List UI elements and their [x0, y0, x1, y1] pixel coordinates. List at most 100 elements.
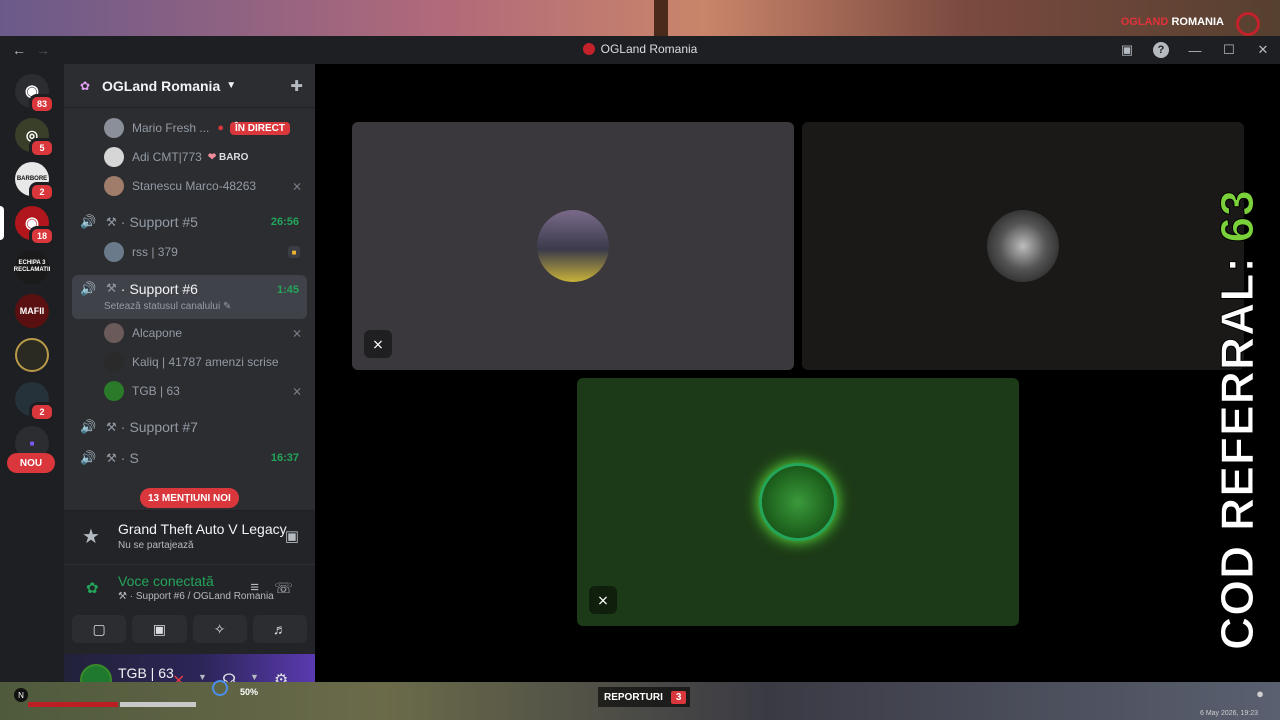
signal-icon[interactable]: ✿ — [86, 579, 99, 597]
back-arrow-icon[interactable]: ← — [8, 39, 30, 61]
notification-badge: 2 — [29, 402, 55, 422]
speaker-icon: 🔊 — [80, 419, 97, 434]
ogland-brand-text: OGLAND ROMANIA — [1120, 16, 1224, 28]
voice-user[interactable]: rss | 379 ■ — [104, 239, 304, 265]
game-icon: ★ — [82, 526, 100, 548]
microphone-icon: ● — [1256, 686, 1264, 701]
voice-user[interactable]: TGB | 63 ⨯ — [104, 378, 304, 404]
new-mentions-pill[interactable]: 13 MENȚIUNI NOI — [140, 488, 239, 508]
server-rail: ◉ 83 ◎ 5 BARBORE 2 ◉ 18 ECHIPA 3 RECLAMA… — [0, 64, 64, 682]
reports-count: 3 — [670, 690, 687, 704]
hud-percent: 50% — [240, 687, 259, 697]
disconnect-icon[interactable]: ☏ — [274, 579, 293, 597]
avatar — [104, 242, 124, 262]
voice-user[interactable]: Mario Fresh ... ● ÎN DIRECT — [104, 115, 304, 141]
mic-muted-icon: ⨯ — [291, 326, 302, 340]
voice-range-icon — [212, 680, 228, 696]
chevron-down-icon[interactable]: ▼ — [198, 672, 207, 682]
window-title: OGLand Romania — [0, 42, 1280, 56]
participant-tile[interactable] — [802, 122, 1244, 370]
screen-share-button[interactable]: ▣ — [132, 615, 187, 643]
voice-user[interactable]: Adi CMT|773 ❤ BARO — [104, 144, 304, 170]
avatar — [104, 323, 124, 343]
voice-channel-support-6[interactable]: 🔊 ⚒ · Support #6 1:45 Setează statusul c… — [72, 275, 307, 319]
game-background-sky — [0, 0, 1280, 40]
voice-channel-support-5[interactable]: 🔊 ⚒ · Support #5 26:56 — [72, 207, 307, 237]
close-button[interactable]: ✕ — [1246, 36, 1280, 64]
server-icon-ogland[interactable]: ◉ 18 — [15, 206, 55, 246]
discord-window: ← → OGLand Romania ▣ ? — ☐ ✕ ◉ 83 ◎ 5 BA… — [0, 36, 1280, 708]
game-activity-panel: ★ Grand Theft Auto V Legacy Nu se partaj… — [64, 510, 315, 564]
live-badge: ÎN DIRECT — [230, 121, 291, 135]
participant-avatar — [537, 210, 609, 282]
invite-people-icon[interactable]: ✚ — [290, 77, 303, 95]
selected-server-indicator — [0, 206, 4, 240]
notification-badge: 2 — [29, 182, 55, 202]
server-boost-icon: ✿ — [80, 78, 91, 93]
mic-muted-icon: ⨯ — [291, 384, 302, 398]
inbox-icon[interactable]: ▣ — [1110, 36, 1144, 64]
activities-button[interactable]: ✧ — [192, 615, 247, 643]
minimize-button[interactable]: — — [1178, 36, 1212, 64]
game-title: Grand Theft Auto V Legacy — [118, 521, 287, 537]
reports-indicator: REPORTURI 3 — [598, 687, 691, 707]
channel-timer: 26:56 — [270, 216, 299, 228]
game-background-pole — [654, 0, 668, 40]
voice-status[interactable]: Voce conectată — [118, 573, 214, 589]
voice-connection-panel: ✿ Voce conectată ⚒ · Support #6 / OGLand… — [64, 564, 315, 654]
mic-muted-icon: ⨯ — [291, 179, 302, 193]
participant-avatar — [987, 210, 1059, 282]
new-unread-pill[interactable]: NOU — [7, 453, 55, 473]
server-icon-7[interactable]: 2 — [15, 382, 55, 422]
voice-user[interactable]: Stanescu Marco-48263 ⨯ — [104, 173, 304, 199]
heart-icon: ❤ — [207, 151, 217, 163]
notification-badge: 83 — [29, 94, 55, 114]
user-tag: ❤ BARO — [207, 151, 249, 163]
noise-suppression-icon[interactable]: ≡ — [250, 579, 259, 596]
camera-off-button[interactable]: ▢ — [72, 615, 127, 643]
chevron-down-icon[interactable]: ▼ — [250, 672, 259, 682]
server-name: OGLand Romania — [102, 77, 221, 94]
soundboard-button[interactable]: ♬ — [252, 615, 307, 643]
pickaxe-icon: ⚒ — [106, 420, 117, 434]
server-icon-echipa[interactable]: ECHIPA 3 RECLAMATII — [14, 250, 50, 284]
game-share-status: Nu se partajează — [118, 540, 194, 551]
speaker-icon: 🔊 — [80, 281, 97, 296]
ogland-logo-icon — [1236, 12, 1260, 36]
voice-user[interactable]: Kaliq | 41787 amenzi scrise — [104, 349, 304, 375]
share-screen-icon[interactable]: ▣ — [285, 527, 299, 545]
server-icon-mafii[interactable]: MAFII — [15, 294, 49, 328]
minimap-north-marker: N — [14, 688, 28, 702]
user-display-name[interactable]: TGB | 63 — [118, 665, 174, 681]
server-icon-1[interactable]: ◎ 5 — [15, 118, 55, 158]
chevron-down-icon: ▼ — [226, 80, 237, 91]
server-icon-6[interactable] — [15, 338, 49, 372]
video-camera-icon: ● — [217, 122, 225, 134]
notification-badge: 5 — [29, 138, 55, 158]
maximize-button[interactable]: ☐ — [1212, 36, 1246, 64]
direct-messages-icon[interactable]: ◉ 83 — [15, 74, 55, 114]
voice-channel-support-8[interactable]: 🔊 ⚒ · S 16:37 — [72, 443, 307, 473]
voice-call-stage: ⨯ ⨯ — [315, 64, 1280, 682]
speaker-icon: 🔊 — [80, 214, 97, 229]
participant-tile-speaking[interactable]: ⨯ — [577, 378, 1019, 626]
forward-arrow-icon[interactable]: → — [32, 39, 54, 61]
participant-avatar — [762, 466, 834, 538]
server-header[interactable]: ✿ OGLand Romania ▼ ✚ — [64, 64, 315, 108]
health-bar — [28, 702, 118, 707]
pickaxe-icon: ⚒ — [106, 215, 117, 229]
server-icon-barbore[interactable]: BARBORE 2 — [15, 162, 55, 202]
channel-status[interactable]: Setează statusul canalului ✎ — [104, 301, 231, 312]
participant-tile[interactable]: ⨯ — [352, 122, 794, 370]
referral-code-overlay: COD REFERRAL: 63 — [1211, 189, 1264, 651]
voice-user[interactable]: Alcapone ⨯ — [104, 320, 304, 346]
armor-bar — [120, 702, 196, 707]
speaker-icon: 🔊 — [80, 450, 97, 465]
server-logo-icon — [582, 43, 595, 55]
avatar — [104, 381, 124, 401]
help-icon[interactable]: ? — [1144, 36, 1178, 64]
avatar — [104, 147, 124, 167]
title-bar: ← → OGLand Romania ▣ ? — ☐ ✕ — [0, 36, 1280, 64]
channel-timer: 1:45 — [276, 284, 299, 296]
voice-channel-support-7[interactable]: 🔊 ⚒ · Support #7 — [72, 412, 307, 442]
